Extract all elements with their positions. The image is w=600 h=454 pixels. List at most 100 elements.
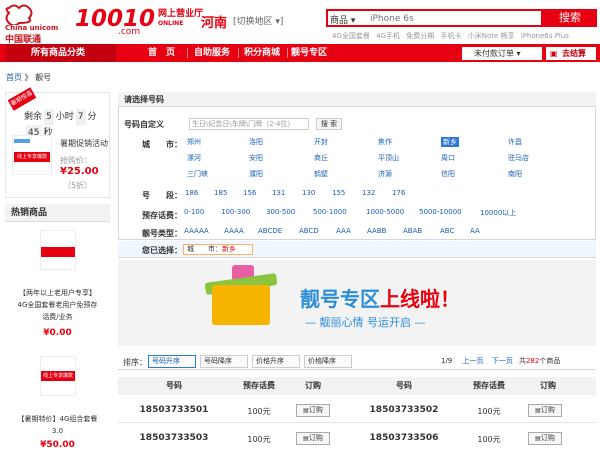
- banner-title-red: 上线啦！: [380, 287, 460, 311]
- type-option[interactable]: AABB: [367, 227, 386, 235]
- number-filter-panel: [118, 92, 596, 240]
- hot-link[interactable]: iPhone6s Plus: [521, 32, 569, 40]
- segment-option[interactable]: 156: [243, 189, 256, 197]
- region-switch-link[interactable]: [切换地区 ▾]: [233, 14, 283, 27]
- hot-link[interactable]: 4G全国套餐: [332, 32, 370, 40]
- type-option[interactable]: ABCD: [299, 227, 319, 235]
- sort-label: 排序：: [123, 358, 147, 367]
- city-option[interactable]: 濮阳: [249, 169, 263, 179]
- type-option[interactable]: ABC: [440, 227, 454, 235]
- city-option[interactable]: 郑州: [187, 137, 201, 147]
- breadcrumb-home[interactable]: 首页: [6, 73, 22, 82]
- type-option[interactable]: AAAAA: [184, 227, 209, 235]
- type-option[interactable]: AAA: [336, 227, 351, 235]
- city-option[interactable]: 平顶山: [378, 153, 399, 163]
- selected-city-chip[interactable]: 城 市：新乡: [183, 244, 253, 255]
- nav-item-points-mall[interactable]: 积分商城: [244, 44, 280, 62]
- city-option-selected[interactable]: 新乡: [441, 137, 459, 147]
- custom-number-input[interactable]: 生日\纪念日\车牌\门牌（2-4位）: [189, 118, 309, 130]
- search-category-select[interactable]: 商品 ▾: [330, 13, 355, 26]
- search-button[interactable]: 搜索: [543, 9, 597, 27]
- nav-item-home[interactable]: 首 页: [148, 44, 175, 62]
- hot-image-band: 线上专享爆款: [41, 371, 75, 381]
- city-option[interactable]: 安阳: [249, 153, 263, 163]
- hot-product-image[interactable]: [40, 230, 76, 270]
- hot-product-title[interactable]: 【两年以上老用户专享】 4G全国套餐老用户免预存 话费/业务: [5, 287, 110, 323]
- hot-link[interactable]: 4G手机: [376, 32, 400, 40]
- order-button[interactable]: ▤订购: [296, 432, 330, 445]
- segment-option[interactable]: 155: [332, 189, 345, 197]
- nav-item-self-service[interactable]: 自助服务: [194, 44, 230, 62]
- prestore-option[interactable]: 10000以上: [480, 208, 516, 218]
- segment-option[interactable]: 132: [362, 189, 375, 197]
- hot-link[interactable]: 免费分期: [406, 32, 434, 40]
- chosen-label: 您已选择：: [142, 246, 182, 255]
- hot-product-title[interactable]: 【暑期特价】4G组合套餐 3.0: [5, 413, 110, 437]
- prestore-option[interactable]: 500-1000: [313, 208, 347, 216]
- order-button[interactable]: ▤订购: [528, 404, 562, 417]
- order-button[interactable]: ▤订购: [528, 432, 562, 445]
- order-label: 订购: [308, 434, 323, 442]
- order-label: 订购: [540, 434, 555, 442]
- type-option[interactable]: ABAB: [403, 227, 422, 235]
- city-option[interactable]: 开封: [314, 137, 328, 147]
- segment-option[interactable]: 176: [392, 189, 405, 197]
- hot-link[interactable]: 手机卡: [440, 32, 461, 40]
- sort-price-asc-button[interactable]: 价格升序: [252, 355, 300, 368]
- hot-title-line: 【两年以上老用户专享】: [19, 289, 96, 297]
- segment-option[interactable]: 186: [185, 189, 198, 197]
- prestore-option[interactable]: 300-500: [266, 208, 295, 216]
- table-header-number: 号码: [396, 381, 412, 390]
- promo-price: ¥25.00: [60, 166, 99, 177]
- hot-link[interactable]: 小米Note 畅享: [468, 32, 515, 40]
- segment-option[interactable]: 131: [272, 189, 285, 197]
- unpaid-orders-dropdown[interactable]: 未付款订单 ▾: [462, 47, 542, 60]
- order-button[interactable]: ▤订购: [296, 404, 330, 417]
- city-option[interactable]: 许昌: [508, 137, 522, 147]
- prestore-option[interactable]: 0-100: [184, 208, 204, 216]
- chip-value: 新乡: [222, 245, 236, 253]
- table-header-prestore: 预存话费: [243, 381, 275, 390]
- city-option[interactable]: 焦作: [378, 137, 392, 147]
- next-page-link[interactable]: 下一页: [492, 357, 513, 365]
- row-divider: [118, 422, 596, 423]
- city-option[interactable]: 周口: [441, 153, 455, 163]
- sort-number-desc-button[interactable]: 号码降序: [200, 355, 248, 368]
- hotline-logo[interactable]: 10010: [75, 6, 155, 32]
- city-option[interactable]: 南阳: [508, 169, 522, 179]
- checkout-label: 去结算: [562, 49, 586, 58]
- phone-number: 18503733506: [369, 433, 439, 443]
- breadcrumb: 首页 》 靓号: [6, 72, 51, 83]
- order-label: 订购: [540, 406, 555, 414]
- nav-item-vip-numbers[interactable]: 靓号专区: [291, 44, 327, 62]
- sort-price-desc-button[interactable]: 价格降序: [304, 355, 352, 368]
- city-option[interactable]: 漯河: [187, 153, 201, 163]
- city-option[interactable]: 洛阳: [249, 137, 263, 147]
- search-input[interactable]: [370, 12, 540, 26]
- checkout-button[interactable]: ▣ 去结算: [546, 47, 596, 60]
- custom-search-button[interactable]: 搜 索: [316, 118, 342, 130]
- city-option[interactable]: 三门峡: [187, 169, 208, 179]
- prev-page-link[interactable]: 上一页: [463, 357, 484, 365]
- prestore-option[interactable]: 5000-10000: [419, 208, 462, 216]
- table-header-number: 号码: [166, 381, 182, 390]
- promo-title[interactable]: 暑期促销活动: [60, 138, 108, 149]
- segment-option[interactable]: 185: [214, 189, 227, 197]
- type-option[interactable]: AA: [470, 227, 480, 235]
- city-option[interactable]: 信阳: [441, 169, 455, 179]
- sort-number-asc-button[interactable]: 号码升序: [148, 355, 196, 368]
- type-label: 靓号类型：: [142, 229, 182, 238]
- prestore-option[interactable]: 100-300: [221, 208, 250, 216]
- type-option[interactable]: AAAA: [224, 227, 244, 235]
- all-categories-button[interactable]: 所有商品分类: [6, 44, 116, 62]
- segment-option[interactable]: 130: [302, 189, 315, 197]
- city-option[interactable]: 鹤壁: [314, 169, 328, 179]
- city-option[interactable]: 商丘: [314, 153, 328, 163]
- city-option[interactable]: 驻马店: [508, 153, 529, 163]
- type-option[interactable]: ABCDE: [258, 227, 282, 235]
- prestore-option[interactable]: 1000-5000: [366, 208, 404, 216]
- total-prefix: 共: [518, 357, 526, 365]
- city-option[interactable]: 济源: [378, 169, 392, 179]
- hot-product-image[interactable]: 线上专享爆款: [40, 356, 76, 396]
- nav-divider: [238, 48, 239, 58]
